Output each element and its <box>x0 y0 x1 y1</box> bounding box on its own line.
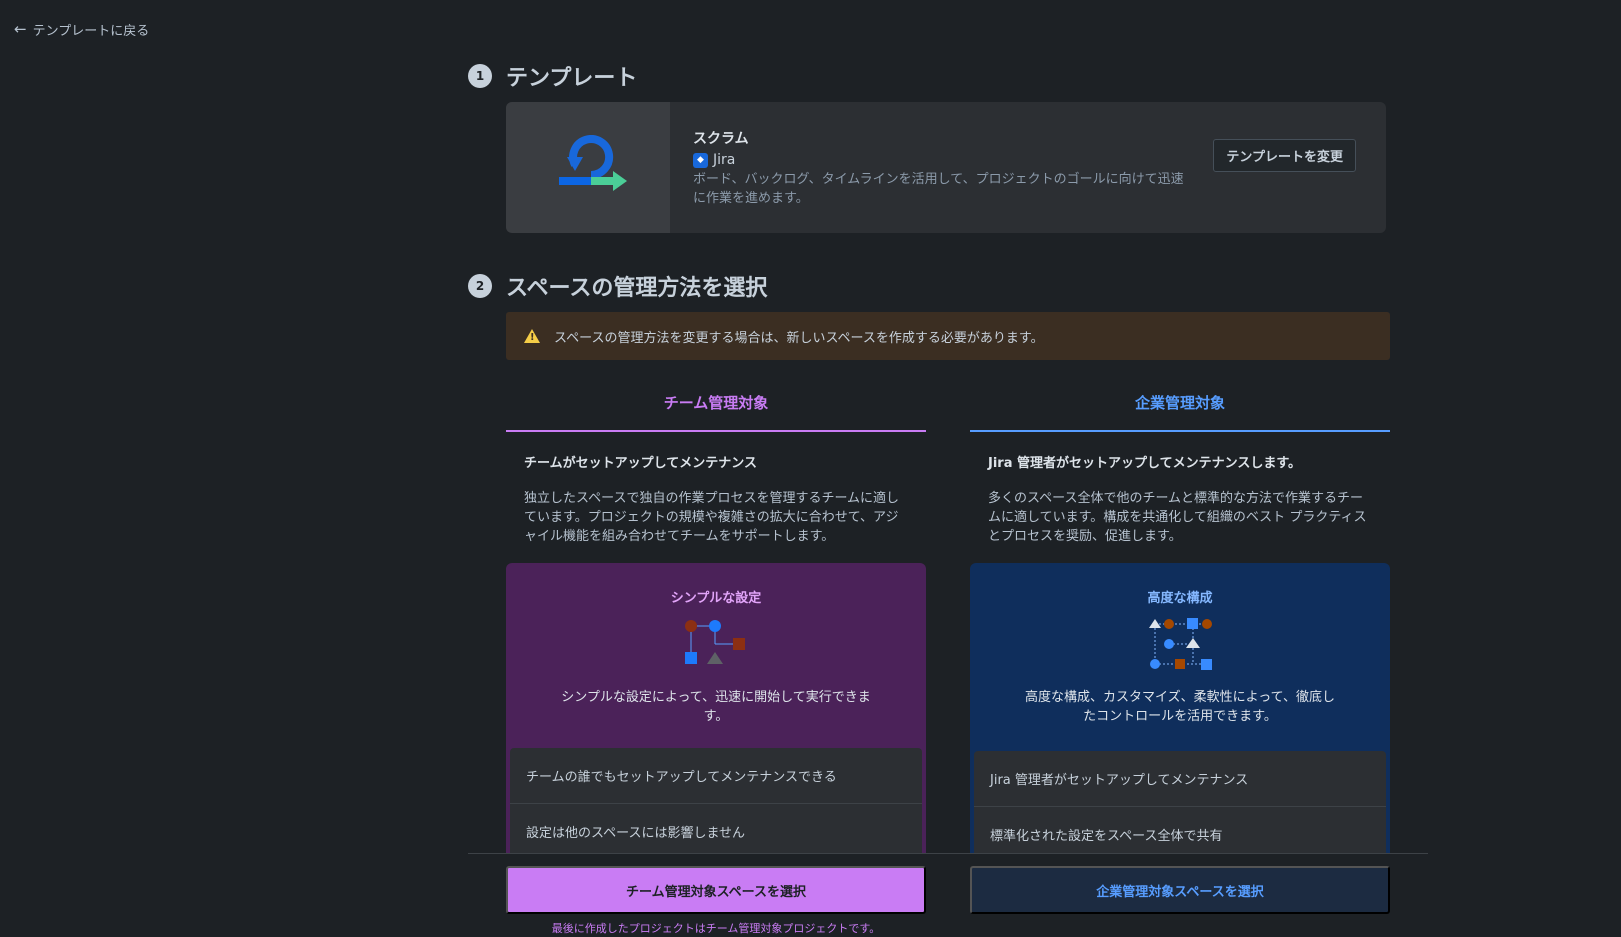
team-managed-column: チーム管理対象 チームがセットアップしてメンテナンス 独立したスペースで独自の作… <box>506 392 926 546</box>
template-card: スクラム ◆ Jira ボード、バックログ、タイムラインを活用して、プロジェクト… <box>506 102 1386 233</box>
select-company-managed-button[interactable]: 企業管理対象スペースを選択 <box>970 866 1390 914</box>
step-template-heading: 1 テンプレート <box>468 60 637 92</box>
warning-text: スペースの管理方法を変更する場合は、新しいスペースを作成する必要があります。 <box>554 330 1044 346</box>
step-number: 1 <box>468 64 492 88</box>
back-label: テンプレートに戻る <box>32 24 150 39</box>
list-item: チームの誰でもセットアップしてメンテナンスできる <box>510 748 922 804</box>
arrow-left-icon: ← <box>14 20 27 38</box>
step-number: 2 <box>468 274 492 298</box>
step-title: スペースの管理方法を選択 <box>506 276 768 301</box>
team-description: 独立したスペースで独自の作業プロセスを管理するチームに適しています。プロジェクト… <box>524 491 900 544</box>
product-label: Jira <box>713 152 736 168</box>
simple-config-icon <box>506 616 926 670</box>
enterprise-description: 多くのスペース全体で他のチームと標準的な方法で作業するチームに適しています。構成… <box>988 491 1367 544</box>
tab-team-managed[interactable]: チーム管理対象 <box>506 392 926 432</box>
warning-banner: ! スペースの管理方法を変更する場合は、新しいスペースを作成する必要があります。 <box>506 312 1390 360</box>
selection-footer: チーム管理対象スペースを選択 企業管理対象スペースを選択 最後に作成したプロジェ… <box>468 853 1428 937</box>
warning-icon: ! <box>524 329 540 343</box>
list-item: 設定は他のスペースには影響しません <box>510 804 922 853</box>
change-template-button[interactable]: テンプレートを変更 <box>1213 139 1356 172</box>
card-title: シンプルな設定 <box>670 591 762 606</box>
step-title: テンプレート <box>506 66 638 91</box>
feature-list: Jira 管理者がセットアップしてメンテナンス 標準化された設定をスペース全体で… <box>974 751 1386 853</box>
team-heading: チームがセットアップしてメンテナンス <box>524 456 757 471</box>
feature-list: チームの誰でもセットアップしてメンテナンスできる 設定は他のスペースには影響しま… <box>510 748 922 853</box>
step-management-heading: 2 スペースの管理方法を選択 <box>468 270 767 302</box>
last-project-note: 最後に作成したプロジェクトはチーム管理対象プロジェクトです。 <box>551 922 881 935</box>
card-description: シンプルな設定によって、迅速に開始して実行できます。 <box>561 690 871 724</box>
list-item: 標準化された設定をスペース全体で共有 <box>974 807 1386 853</box>
company-managed-column: 企業管理対象 Jira 管理者がセットアップしてメンテナンスします。 多くのスペ… <box>970 392 1390 546</box>
team-managed-card[interactable]: シンプルな設定 シンプルな設定によって、迅速に開始して実行できます。 チームの誰… <box>506 563 926 853</box>
template-description: ボード、バックログ、タイムラインを活用して、プロジェクトのゴールに向けて迅速に作… <box>693 172 1184 206</box>
jira-logo-icon: ◆ <box>693 152 708 168</box>
list-item: Jira 管理者がセットアップしてメンテナンス <box>974 751 1386 807</box>
card-description: 高度な構成、カスタマイズ、柔軟性によって、徹底したコントロールを活用できます。 <box>1025 690 1335 724</box>
scrum-icon <box>506 102 670 233</box>
company-managed-card[interactable]: 高度な構成 高度な構成、カスタマイズ、柔軟性によって、徹底したコントロールを活用… <box>970 563 1390 853</box>
enterprise-heading: Jira 管理者がセットアップしてメンテナンスします。 <box>988 456 1302 471</box>
tab-company-managed[interactable]: 企業管理対象 <box>970 392 1390 432</box>
back-to-templates-link[interactable]: ← テンプレートに戻る <box>14 20 150 40</box>
select-team-managed-button[interactable]: チーム管理対象スペースを選択 <box>506 866 926 914</box>
card-title: 高度な構成 <box>1147 591 1213 606</box>
advanced-config-icon <box>970 616 1390 670</box>
